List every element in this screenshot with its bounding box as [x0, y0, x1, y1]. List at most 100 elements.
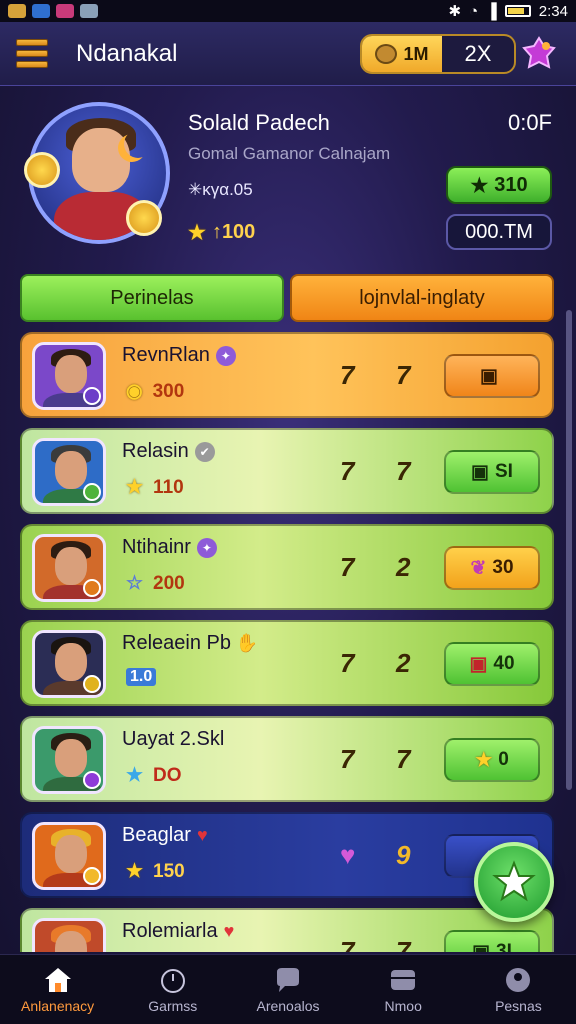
profile-card: Solald Padech Gomal Gamanor Calnajam ✳κγ… — [18, 90, 558, 260]
row-value-2: 7 — [396, 744, 411, 774]
scrollbar[interactable] — [566, 310, 572, 790]
box-icon: ▣ — [480, 365, 498, 387]
row-name: Beaglar — [122, 824, 191, 846]
list-item[interactable]: Ntihainr ✦ ☆ 200 7 2 ❦ 30 — [20, 524, 554, 610]
star-icon — [492, 860, 536, 902]
battery-icon — [504, 5, 531, 17]
coin-amount: 1M — [403, 43, 429, 64]
wifi-icon: ◔ — [469, 2, 479, 20]
multiplier: 2X — [464, 41, 492, 66]
coin-icon — [24, 152, 60, 188]
nav-item-games[interactable]: Garmss — [115, 955, 230, 1024]
tab-perinelas[interactable]: Perinelas — [20, 274, 284, 322]
row-score: DO — [153, 764, 182, 786]
bottom-nav: Anlanenacy Garmss Arenoalos Nmoo Pesnas — [0, 954, 576, 1024]
row-value-1: ♥ — [340, 840, 356, 870]
badge-icon: ✦ — [196, 537, 217, 558]
list-item[interactable]: Rolemiarla♥ ★110 7 7 ▣3I — [20, 908, 554, 952]
row-score: 110 — [153, 476, 184, 498]
notification-icon — [56, 4, 74, 18]
score-badge: 1.0 — [126, 668, 157, 686]
hand-icon: ✋ — [235, 633, 259, 653]
nav-item-more[interactable]: Nmoo — [346, 955, 461, 1024]
tab-secondary[interactable]: lojnvlal‑inglaty — [290, 274, 554, 322]
row-action-button[interactable]: ▣ SI — [444, 450, 540, 494]
row-action-button[interactable]: ❦ 30 — [444, 546, 540, 590]
list-item[interactable]: Uayat 2.Skl ★ DO 7 7 ★ 0 — [20, 716, 554, 802]
menu-icon[interactable] — [16, 38, 48, 70]
signal-icon: ▐ — [486, 2, 497, 20]
gift-box-icon: ▣ — [469, 653, 488, 675]
chat-icon — [277, 967, 299, 992]
nav-label: Pesnas — [495, 997, 542, 1014]
row-value-2: 7 — [396, 360, 411, 390]
list-item[interactable]: Relasin ✔ ★ 110 7 7 ▣ SI — [20, 428, 554, 514]
nav-label: Arenoalos — [256, 997, 320, 1014]
box-icon — [391, 969, 416, 990]
reward-button-label: 310 — [494, 173, 528, 196]
row-value-1: 7 — [340, 936, 355, 952]
player-thumb — [32, 438, 106, 506]
bluetooth-icon: ✱ — [448, 3, 462, 20]
nav-item-arena[interactable]: Arenoalos — [230, 955, 345, 1024]
app-title: Ndanakal — [76, 39, 178, 67]
badge-icon: ✦ — [215, 345, 236, 366]
reward-button[interactable]: ★ 310 — [446, 166, 552, 204]
row-value-1: 7 — [340, 456, 355, 486]
player-list: RevnRlan ✦ ◉ 300 7 7 ▣ Relasin ✔ ★ 110 7 7 ▣… — [20, 332, 556, 952]
row-value-2: 7 — [396, 936, 411, 952]
star-icon: ★ — [126, 477, 144, 498]
gift-icon[interactable] — [522, 36, 556, 70]
row-name: Ntihainr — [122, 536, 191, 558]
row-action-button[interactable]: ▣ — [444, 354, 540, 398]
list-item[interactable]: Releaein Pb ✋ 1.0 7 2 ▣ 40 — [20, 620, 554, 706]
notification-icon — [32, 4, 50, 18]
row-value-2: 2 — [396, 552, 411, 582]
row-value-1: 7 — [340, 744, 355, 774]
coin-icon: ◉ — [126, 381, 143, 402]
timer: 0:0F — [507, 110, 552, 135]
notification-icon — [80, 4, 98, 18]
coin-balance[interactable]: 1M 2X — [360, 34, 516, 74]
row-action-button[interactable]: ▣ 3I — [444, 930, 540, 952]
heart-icon: ♥ — [196, 825, 208, 845]
row-action-button[interactable]: ▣ 40 — [444, 642, 540, 686]
tab-bar: Perinelas lojnvlal‑inglaty — [20, 274, 554, 322]
star-icon: ★ — [126, 861, 144, 882]
balance-button[interactable]: 000.TM — [446, 214, 552, 250]
coin-icon — [126, 200, 162, 236]
player-id: ✳κγα.05 — [188, 180, 253, 199]
row-value-2: 9 — [396, 840, 411, 870]
player-thumb — [32, 918, 106, 952]
player-thumb — [32, 342, 106, 410]
clock: 2:34 — [538, 2, 568, 20]
notification-icons — [8, 4, 98, 18]
favorite-fab-button[interactable] — [474, 842, 554, 922]
nav-label: Garmss — [148, 997, 198, 1014]
heart-icon: ♥ — [223, 921, 235, 941]
list-item[interactable]: RevnRlan ✦ ◉ 300 7 7 ▣ — [20, 332, 554, 418]
star-icon: ★ — [475, 749, 493, 771]
status-bar: ✱ ◔ ▐ 2:34 — [0, 0, 576, 22]
leaf-icon: ❦ — [470, 557, 487, 579]
row-value-1: 7 — [340, 360, 355, 390]
row-score: 200 — [153, 572, 185, 594]
timer-icon — [160, 968, 185, 993]
coin-icon — [375, 44, 398, 64]
star-outline-icon: ☆ — [126, 573, 144, 594]
player-thumb — [32, 822, 106, 890]
row-name: Uayat 2.Skl — [122, 728, 225, 750]
nav-item-profile[interactable]: Pesnas — [461, 955, 576, 1024]
star-icon: ★ — [470, 174, 489, 197]
star-icon: ★ — [188, 222, 206, 244]
row-action-button[interactable]: ★ 0 — [444, 738, 540, 782]
row-name: Relasin — [122, 440, 189, 462]
nav-item-home[interactable]: Anlanenacy — [0, 955, 115, 1024]
player-thumb — [32, 534, 106, 602]
row-score: 300 — [152, 380, 185, 402]
star-icon: ★ — [126, 765, 144, 786]
player-thumb — [32, 630, 106, 698]
nav-label: Nmoo — [384, 997, 422, 1014]
row-value-2: 7 — [396, 456, 411, 486]
stars-count: ↑100 — [211, 221, 256, 243]
